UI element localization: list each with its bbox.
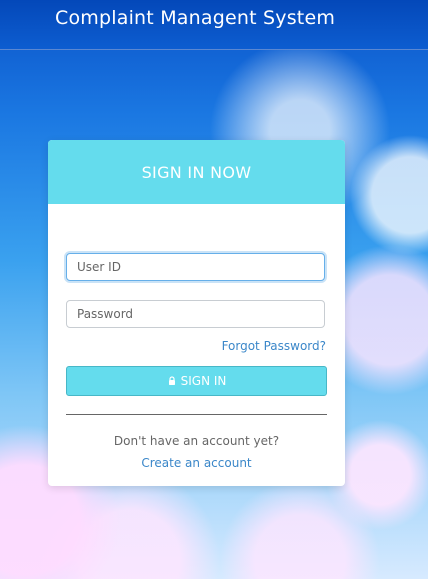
signin-button[interactable]: SIGN IN [66, 366, 327, 396]
signin-card: SIGN IN NOW Forgot Password? SIGN IN Don… [48, 140, 345, 486]
password-input[interactable] [66, 300, 325, 328]
create-account-wrapper: Create an account [48, 452, 345, 471]
divider [66, 414, 327, 415]
create-account-link[interactable]: Create an account [141, 456, 251, 470]
forgot-password-link[interactable]: Forgot Password? [222, 339, 326, 353]
no-account-text: Don't have an account yet? [113, 434, 280, 448]
lock-icon [167, 376, 177, 386]
signin-header: SIGN IN NOW [48, 140, 345, 204]
signin-header-title: SIGN IN NOW [141, 162, 252, 182]
top-navbar: Complaint Managent System [0, 0, 428, 50]
signin-button-label: SIGN IN [180, 374, 227, 388]
user-id-input[interactable] [66, 253, 325, 281]
app-title: Complaint Managent System [55, 7, 336, 29]
